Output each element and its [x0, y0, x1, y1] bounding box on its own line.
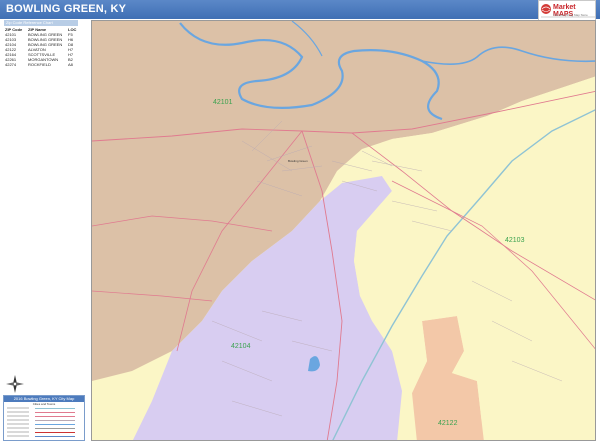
header-bar: BOWLING GREEN, KY: [0, 0, 600, 19]
map-canvas[interactable]: 42101 42103 42104 42122 Bowling Green: [91, 20, 596, 441]
zip-label-42104: 42104: [231, 343, 251, 350]
legend-row: [7, 431, 83, 434]
zip-label-42101: 42101: [213, 99, 233, 106]
city-label: Bowling Green: [288, 159, 308, 163]
page-title: BOWLING GREEN, KY: [6, 3, 127, 15]
zip-code-table: ZIP Code ZIP Name LOC 42101 BOWLING GREE…: [5, 27, 77, 67]
zip-table-title: Zip Code Reference Chart: [4, 20, 78, 26]
legend-subtitle: Cities and Towns: [32, 402, 56, 406]
zip-name-cell: ROCKFIELD: [28, 62, 51, 67]
market-maps-logo[interactable]: Market MAPS The Everything Map Store: [538, 0, 596, 22]
zip-table-row: 42274 ROCKFIELD A8: [5, 62, 77, 67]
legend-row: [7, 415, 83, 418]
page: BOWLING GREEN, KY Market MAPS The Everyt…: [0, 0, 600, 444]
legend-row: [7, 435, 83, 438]
zip-label-42122: 42122: [438, 420, 458, 427]
legend-row: [7, 423, 83, 426]
legend-row: [7, 419, 83, 422]
compass-rose-icon: [5, 374, 25, 394]
zip-loc-cell: A8: [68, 62, 73, 67]
map-graphic: [92, 21, 595, 440]
legend-row: [7, 407, 83, 410]
zip-code-cell: 42274: [5, 62, 17, 67]
legend-row: [7, 411, 83, 414]
zip-label-42103: 42103: [505, 237, 525, 244]
map-legend: 2016 Bowling Green, KY City Map Cities a…: [3, 395, 85, 441]
legend-row: [7, 427, 83, 430]
logo-tagline: The Everything Map Store: [553, 13, 588, 17]
